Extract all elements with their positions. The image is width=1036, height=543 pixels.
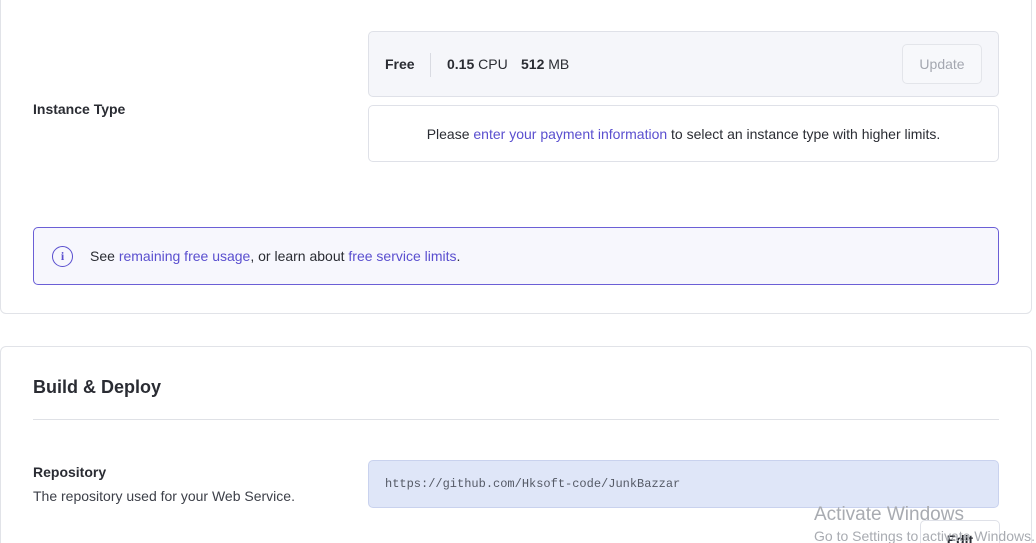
repository-label: Repository — [33, 464, 107, 480]
activate-windows-subtitle: Go to Settings to activate Windows. — [814, 528, 1035, 543]
plan-name: Free — [385, 56, 415, 72]
free-usage-info-banner: i See remaining free usage, or learn abo… — [33, 227, 999, 285]
payment-notice: Please enter your payment information to… — [368, 105, 999, 162]
info-prefix: See — [90, 248, 115, 264]
activate-windows-title: Activate Windows — [814, 504, 964, 525]
cpu-unit: CPU — [478, 56, 508, 72]
plan-divider — [430, 53, 431, 77]
info-middle: , or learn about — [250, 248, 345, 264]
cpu-spec: 0.15 CPU — [447, 56, 508, 72]
remaining-free-usage-link[interactable]: remaining free usage — [119, 248, 251, 264]
info-suffix: . — [456, 248, 461, 264]
payment-info-link[interactable]: enter your payment information — [473, 126, 667, 142]
memory-unit: MB — [548, 56, 570, 72]
update-button[interactable]: Update — [902, 44, 982, 84]
memory-spec: 512 MB — [521, 56, 569, 72]
instance-type-selector: Free 0.15 CPU 512 MB Update — [368, 31, 999, 97]
info-icon: i — [52, 245, 73, 267]
payment-suffix: to select an instance type with higher l… — [671, 125, 941, 142]
free-service-limits-link[interactable]: free service limits — [348, 248, 456, 264]
payment-prefix: Please — [426, 125, 470, 142]
cpu-value: 0.15 — [447, 56, 475, 72]
repository-url-field[interactable]: https://github.com/Hksoft-code/JunkBazza… — [368, 460, 999, 508]
build-deploy-title: Build & Deploy — [33, 377, 162, 397]
memory-value: 512 — [521, 56, 545, 72]
instance-type-label: Instance Type — [33, 101, 126, 117]
section-divider — [33, 419, 999, 420]
repository-description: The repository used for your Web Service… — [33, 488, 295, 504]
